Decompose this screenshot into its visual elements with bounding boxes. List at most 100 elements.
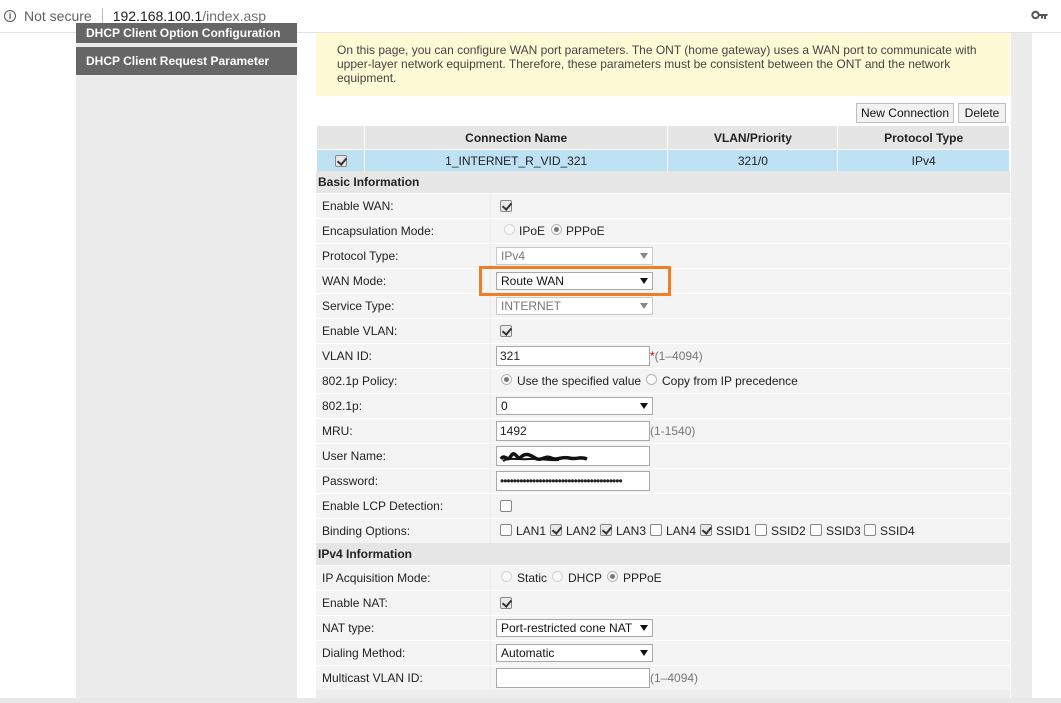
encapsulation-label: Encapsulation Mode: [316,219,490,243]
binding-ssid1-checkbox[interactable] [700,524,712,536]
p8021-selected: 0 [501,399,508,413]
encap-pppoe-radio[interactable] [551,224,562,235]
acq-mode-label: IP Acquisition Mode: [316,566,490,590]
binding-ssid2-checkbox[interactable] [755,524,767,536]
service-type-value: INTERNET [491,294,1010,318]
dialing-label: Dialing Method: [316,641,490,665]
service-type-label: Service Type: [316,294,490,318]
row-encapsulation: Encapsulation Mode: IPoE PPPoE [316,218,1010,243]
username-value [491,444,1010,468]
row-enable-nat: Enable NAT: [316,590,1010,615]
protocol-type-selected: IPv4 [501,249,526,263]
encap-ipoe-radio[interactable] [504,224,515,235]
lcp-label: Enable LCP Detection: [316,494,490,518]
page-description: On this page, you can configure WAN port… [316,33,1010,96]
binding-lan2-checkbox[interactable] [550,524,562,536]
lcp-checkbox[interactable] [500,500,512,512]
enable-nat-checkbox[interactable] [500,597,512,609]
protocol-type-select[interactable]: IPv4 [496,247,653,265]
row-password: Password: ••••••••••••••••••••••••••••••… [316,468,1010,493]
row-nat-type: NAT type: Port-restricted cone NAT [316,615,1010,640]
multicast-vlan-value: (1–4094) [491,666,1010,690]
row-select-checkbox[interactable] [335,155,347,167]
key-icon[interactable] [1031,8,1049,22]
highlight-annotation-box [479,266,671,296]
url-host[interactable]: 192.168.100.1 [113,8,203,24]
binding-ssid4-checkbox[interactable] [864,524,876,536]
sidebar-panel [76,33,297,703]
enable-nat-label: Enable NAT: [316,591,490,615]
policy-value: Use the specified value Copy from IP pre… [491,369,1010,393]
nat-type-value: Port-restricted cone NAT [491,616,1010,640]
table-row[interactable]: 1_INTERNET_R_VID_321 321/0 IPv4 [316,149,1010,172]
sidebar-item-dhcp-client-request[interactable]: DHCP Client Request Parameter [76,47,297,75]
binding-lan3-checkbox[interactable] [600,524,612,536]
right-margin-panel [1011,33,1032,703]
policy-copy-radio[interactable] [646,374,657,385]
p8021-select[interactable]: 0 [496,397,653,415]
row-8021p: 802.1p: 0 [316,393,1010,418]
binding-lan4-checkbox[interactable] [650,524,662,536]
column-header-name: Connection Name [363,125,669,150]
policy-label: 802.1p Policy: [316,369,490,393]
protocol-type-label: Protocol Type: [316,244,490,268]
acq-pppoe-label: PPPoE [623,571,662,585]
connection-table: Connection Name VLAN/Priority Protocol T… [316,125,1010,172]
binding-ssid3-label: SSID3 [826,524,861,538]
binding-ssid4-label: SSID4 [880,524,915,538]
new-connection-button[interactable]: New Connection [856,103,954,123]
delete-button[interactable]: Delete [958,103,1006,123]
enable-wan-label: Enable WAN: [316,194,490,218]
chevron-down-icon [640,650,648,656]
dialing-select[interactable]: Automatic [496,644,653,662]
p8021-value: 0 [491,394,1010,418]
binding-ssid3-checkbox[interactable] [810,524,822,536]
encapsulation-value: IPoE PPPoE [491,219,1010,243]
acq-dhcp-radio[interactable] [552,571,563,582]
row-dialing-method: Dialing Method: Automatic [316,640,1010,665]
row-vlan-id: VLAN ID: 321 *(1–4094) [316,343,1010,368]
info-icon[interactable]: i [4,10,16,22]
row-service-type: Service Type: INTERNET [316,293,1010,318]
password-input[interactable]: •••••••••••••••••••••••••••••••••••••• [496,471,650,491]
binding-lan1-checkbox[interactable] [500,524,512,536]
nat-type-select[interactable]: Port-restricted cone NAT [496,619,653,637]
chevron-down-icon [640,625,648,631]
acq-pppoe-radio[interactable] [607,571,618,582]
protocol-type-value: IPv4 [491,244,1010,268]
username-input[interactable] [496,446,650,466]
table-header-row: Connection Name VLAN/Priority Protocol T… [316,125,1010,150]
mru-label: MRU: [316,419,490,443]
enable-vlan-label: Enable VLAN: [316,319,490,343]
policy-specified-label: Use the specified value [517,374,642,388]
service-type-select[interactable]: INTERNET [496,297,653,315]
mru-input[interactable]: 1492 [496,421,650,441]
nat-type-label: NAT type: [316,616,490,640]
enable-wan-value [491,194,1010,218]
address-separator [101,8,103,24]
policy-specified-radio[interactable] [501,374,512,385]
password-label: Password: [316,469,490,493]
enable-wan-checkbox[interactable] [500,200,512,212]
binding-lan3-label: LAN3 [616,524,647,538]
url-path[interactable]: /index.asp [202,8,266,24]
row-select-cell[interactable] [316,149,365,172]
chevron-down-icon [640,403,648,409]
security-label[interactable]: Not secure [24,8,92,24]
row-mru: MRU: 1492 (1-1540) [316,418,1010,443]
password-value: •••••••••••••••••••••••••••••••••••••• [491,469,1010,493]
enable-vlan-value [491,319,1010,343]
wan-mode-label: WAN Mode: [316,269,490,293]
binding-lan2-label: LAN2 [566,524,597,538]
chevron-down-icon [640,253,648,259]
ipv4-info-title: IPv4 Information [316,543,1010,565]
dialing-value: Automatic [491,641,1010,665]
acq-dhcp-label: DHCP [568,571,603,585]
row-binding-options: Binding Options: LAN1 LAN2 LAN3 LAN4 SSI… [316,518,1010,543]
enable-vlan-checkbox[interactable] [500,325,512,337]
service-type-selected: INTERNET [501,299,561,313]
vlan-id-input[interactable]: 321 [496,346,650,366]
acq-static-radio[interactable] [501,571,512,582]
multicast-vlan-input[interactable] [496,668,650,688]
sidebar-item-dhcp-client-option[interactable]: DHCP Client Option Configuration [76,23,297,43]
